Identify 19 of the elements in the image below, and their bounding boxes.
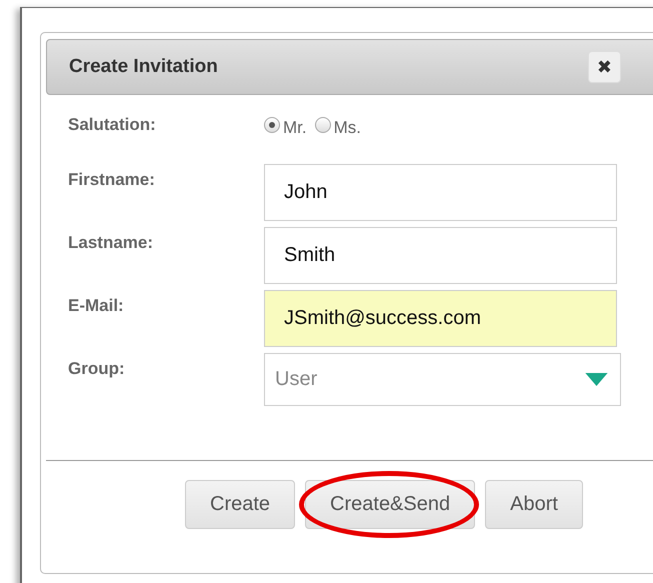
radio-label[interactable]: Mr. xyxy=(283,118,307,138)
field-label: Lastname: xyxy=(68,232,154,253)
input-field[interactable]: Smith xyxy=(264,227,617,284)
field-label: Group: xyxy=(68,358,126,379)
close-button[interactable]: ✖ xyxy=(588,51,621,83)
field-label: Firstname: xyxy=(68,169,156,190)
field-label: Salutation: xyxy=(68,115,157,135)
radio-button[interactable] xyxy=(314,117,331,133)
dialog-button[interactable]: Abort xyxy=(485,480,583,529)
input-field[interactable]: JSmith@success.com xyxy=(264,290,617,347)
group-dropdown[interactable]: User xyxy=(264,353,621,406)
input-field[interactable]: John xyxy=(264,164,617,221)
dialog-title: Create Invitation xyxy=(69,56,218,78)
radio-button[interactable] xyxy=(264,117,280,133)
caret-icon xyxy=(585,373,608,386)
dialog-button[interactable]: Create xyxy=(185,480,296,529)
radio-label[interactable]: Ms. xyxy=(334,118,361,138)
dialog-button[interactable]: Create&Send xyxy=(305,480,476,529)
field-label: E-Mail: xyxy=(68,295,125,316)
